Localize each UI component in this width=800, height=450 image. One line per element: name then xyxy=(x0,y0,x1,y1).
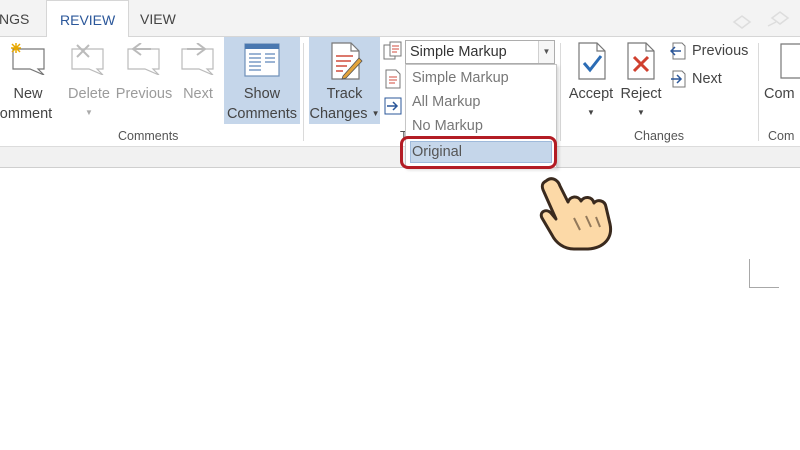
reject-dropdown-arrow-icon: ▼ xyxy=(637,108,645,117)
group-separator xyxy=(758,43,759,141)
reject-icon xyxy=(627,42,655,80)
menu-item-no-markup[interactable]: No Markup xyxy=(412,118,483,134)
tab-review[interactable]: REVIEW xyxy=(46,0,130,37)
callout-highlight-ring xyxy=(400,136,557,169)
group-separator xyxy=(303,43,304,141)
display-for-review-dropdown[interactable]: Simple Markup ▼ xyxy=(405,40,555,64)
compare-group-label: Com xyxy=(768,129,795,143)
watermark-icon xyxy=(732,11,790,29)
compare-icon xyxy=(780,43,800,79)
delete-dropdown-arrow-icon: ▼ xyxy=(85,108,93,117)
next-comment-button[interactable]: Next xyxy=(173,37,223,125)
chevron-down-icon[interactable]: ▼ xyxy=(538,41,554,63)
menu-item-simple-markup[interactable]: Simple Markup xyxy=(412,70,509,86)
delete-comment-button[interactable]: Delete ▼ xyxy=(63,37,115,125)
show-comments-icon xyxy=(244,43,280,77)
compare-button[interactable]: Com xyxy=(764,37,800,125)
tab-mailings[interactable]: NGS xyxy=(0,0,29,37)
show-markup-icon[interactable] xyxy=(384,69,402,89)
new-comment-button[interactable]: New omment xyxy=(0,37,60,125)
previous-change-icon xyxy=(670,42,686,60)
track-changes-icon xyxy=(331,42,363,80)
page-corner-mark xyxy=(749,259,779,288)
next-change-button[interactable]: Next xyxy=(668,69,750,91)
accept-dropdown-arrow-icon: ▼ xyxy=(587,108,595,117)
previous-comment-icon xyxy=(127,43,160,75)
reject-button[interactable]: Reject ▼ xyxy=(616,37,666,125)
new-comment-icon xyxy=(11,43,45,75)
accept-icon xyxy=(578,42,606,80)
tab-view[interactable]: VIEW xyxy=(140,0,176,37)
document-canvas[interactable] xyxy=(0,168,800,450)
comments-group-label: Comments xyxy=(118,129,179,143)
previous-comment-button[interactable]: Previous xyxy=(115,37,173,125)
track-changes-button[interactable]: Track Changes ▼ xyxy=(309,37,380,124)
pointing-hand-icon xyxy=(539,177,613,251)
accept-button[interactable]: Accept ▼ xyxy=(564,37,618,125)
ribbon-tab-bar: NGS REVIEW VIEW xyxy=(0,0,800,37)
changes-group-label: Changes xyxy=(634,129,685,143)
display-for-review-icon[interactable] xyxy=(383,41,403,61)
next-comment-icon xyxy=(181,43,214,75)
track-changes-dropdown-arrow-icon: ▼ xyxy=(371,109,380,119)
next-change-icon xyxy=(671,70,686,88)
delete-comment-icon xyxy=(71,44,104,75)
previous-change-button[interactable]: Previous xyxy=(668,41,750,63)
group-separator xyxy=(560,43,561,141)
show-comments-button[interactable]: Show Comments xyxy=(224,37,300,124)
reviewing-pane-icon[interactable] xyxy=(384,97,402,115)
menu-item-all-markup[interactable]: All Markup xyxy=(412,94,481,110)
review-ribbon: New omment Delete ▼ Previous Next Show C… xyxy=(0,37,800,147)
